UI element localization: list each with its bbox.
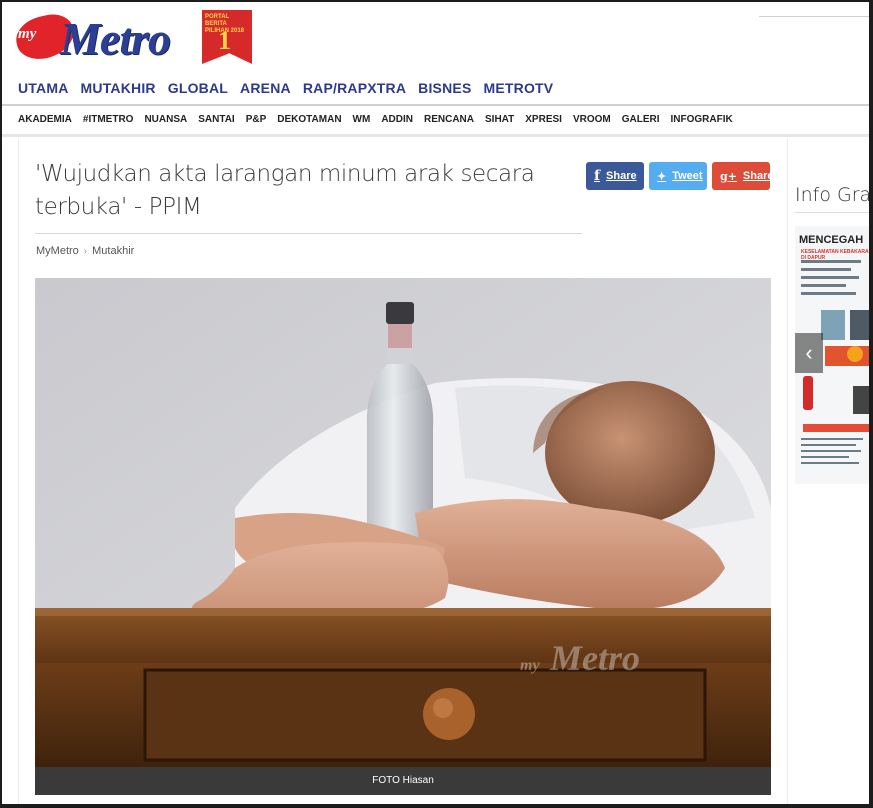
twitter-tweet-button[interactable]: ✦ Tweet <box>649 162 707 190</box>
breadcrumb-mutakhir[interactable]: Mutakhir <box>92 245 134 257</box>
nav-itmetro[interactable]: #ITMETRO <box>83 114 134 125</box>
nav-rencana[interactable]: RENCANA <box>424 114 474 125</box>
nav-vroom[interactable]: VROOM <box>573 114 611 125</box>
image-caption: FOTO Hiasan <box>35 767 771 795</box>
nav-sihat[interactable]: SIHAT <box>485 114 514 125</box>
nav-rap-rapxtra[interactable]: RAP/RAPXTRA <box>303 80 406 98</box>
nav-bisnes[interactable]: BISNES <box>418 80 471 98</box>
facebook-icon: f <box>594 168 601 184</box>
chevron-left-icon: ‹ <box>805 340 813 365</box>
facebook-share-label: Share <box>606 170 637 182</box>
nav-addin[interactable]: ADDIN <box>381 114 413 125</box>
logo-metro-text: Metro <box>60 13 171 64</box>
header-divider <box>759 16 869 17</box>
facebook-share-button[interactable]: f Share <box>586 162 644 190</box>
nav-galeri[interactable]: GALERI <box>622 114 660 125</box>
nav-pnp[interactable]: P&P <box>246 114 267 125</box>
breadcrumb: MyMetro › Mutakhir <box>36 245 134 257</box>
infographic-card[interactable]: MENCEGAH KESELAMATAN KEBAKARAN DI DAPUR <box>795 226 869 484</box>
nav-metrotv[interactable]: METROTV <box>483 80 553 98</box>
article-hero-image: my Metro <box>35 278 771 767</box>
nav-wm[interactable]: WM <box>353 114 371 125</box>
nav-santai[interactable]: SANTAI <box>198 114 234 125</box>
logo-my-text: my <box>18 26 37 42</box>
nav-mutakhir[interactable]: MUTAKHIR <box>81 80 156 98</box>
drunk-man-photo: my Metro <box>35 278 771 767</box>
nav-global[interactable]: GLOBAL <box>168 80 228 98</box>
chevron-right-icon: › <box>83 245 88 257</box>
title-underline <box>35 233 582 234</box>
twitter-icon: ✦ <box>657 169 667 183</box>
award-badge: PORTAL BERITA PILIHAN 2018 1 <box>202 10 252 64</box>
watermark-metro: Metro <box>549 638 640 678</box>
site-header: my Metro PORTAL BERITA PILIHAN 2018 1 UT… <box>2 2 869 137</box>
mymetro-logo[interactable]: my Metro PORTAL BERITA PILIHAN 2018 1 <box>12 8 252 70</box>
breadcrumb-mymetro[interactable]: MyMetro <box>36 245 79 257</box>
carousel-prev-button[interactable]: ‹ <box>795 333 823 373</box>
google-plus-share-label: Share <box>742 170 774 182</box>
nav-xpresi[interactable]: XPRESI <box>525 114 562 125</box>
twitter-tweet-label: Tweet <box>672 170 703 182</box>
article-title: 'Wujudkan akta larangan minum arak secar… <box>35 161 535 220</box>
header-bottom-border <box>2 134 869 137</box>
watermark-my: my <box>520 657 540 674</box>
nav-akademia[interactable]: AKADEMIA <box>18 114 72 125</box>
nav-infografik[interactable]: INFOGRAFIK <box>671 114 733 125</box>
nav-utama[interactable]: UTAMA <box>18 80 69 98</box>
google-plus-share-button[interactable]: g+ Share <box>712 162 774 190</box>
sidebar-title-underline <box>795 212 869 213</box>
nav-nuansa[interactable]: NUANSA <box>144 114 187 125</box>
browser-frame: my Metro PORTAL BERITA PILIHAN 2018 1 UT… <box>0 0 873 808</box>
secondary-nav: AKADEMIA #ITMETRO NUANSA SANTAI P&P DEKO… <box>18 114 733 125</box>
badge-number: 1 <box>218 26 231 55</box>
nav-separator <box>2 104 869 106</box>
primary-nav: UTAMA MUTAKHIR GLOBAL ARENA RAP/RAPXTRA … <box>18 80 553 98</box>
google-plus-icon: g+ <box>720 169 737 183</box>
sidebar-title: Info Grafik <box>795 184 872 206</box>
nav-arena[interactable]: ARENA <box>240 80 291 98</box>
nav-dekotaman[interactable]: DEKOTAMAN <box>277 114 341 125</box>
